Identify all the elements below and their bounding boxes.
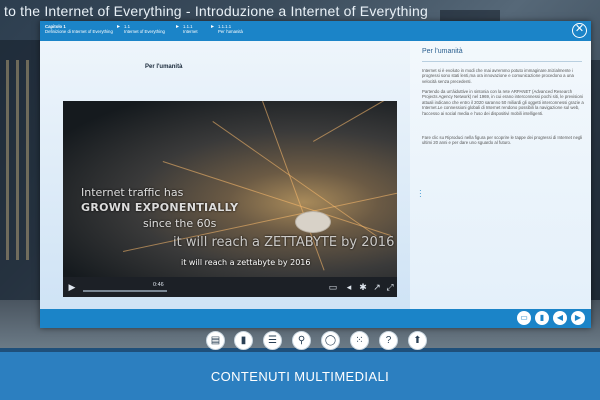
video-overlay-text: Internet traffic has [81, 186, 184, 199]
popout-icon: ↗ [373, 282, 381, 292]
breadcrumb-label: Internet of Everything [124, 29, 165, 34]
list-icon: ☰ [268, 335, 277, 346]
help-button[interactable]: ? [379, 331, 398, 350]
course-title: to the Internet of Everything - Introduz… [4, 3, 428, 19]
paragraph: Internet si è evoluto in modi che mai av… [422, 68, 574, 84]
gear-icon: ✱ [359, 282, 367, 292]
close-button[interactable]: ✕ [572, 23, 587, 38]
video-frame[interactable]: Internet traffic has GROWN EXPONENTIALLY… [63, 101, 397, 285]
help-icon: ? [385, 335, 392, 346]
breadcrumb-section[interactable]: ▸ 1.1 Internet of Everything [117, 24, 176, 34]
video-overlay-text: it will reach a ZETTABYTE by 2016 [173, 235, 395, 250]
bookmark-button[interactable]: ▮ [535, 311, 549, 325]
captions-icon: ▭ [328, 282, 338, 292]
breadcrumb: Capitolo 1 Definizione di Internet of Eve… [45, 24, 258, 34]
search-button[interactable]: ⚲ [292, 331, 311, 350]
popout-button[interactable]: ↗ [371, 281, 383, 293]
chevron-right-icon: ▸ [211, 24, 215, 30]
close-icon: ✕ [574, 23, 585, 35]
video-controls: ▶ 0:46 ▭ ◂ ✱ ↗ ⤢ [63, 277, 397, 297]
chevron-right-icon: ▸ [117, 24, 121, 30]
stadium-shape [295, 211, 331, 233]
upload-button[interactable]: ⬆ [408, 331, 427, 350]
text-pane: Per l'umanità Internet si è evoluto in m… [410, 41, 591, 309]
progress-track[interactable] [83, 290, 167, 292]
fullscreen-button[interactable]: ⤢ [384, 281, 396, 293]
breadcrumb-label: Internet [183, 29, 198, 34]
settings-button[interactable]: ✱ [357, 281, 369, 293]
bottom-toolbar: ▤ ▮ ☰ ⚲ ◯ ⁙ ? ⬆ [0, 331, 600, 351]
captions-button[interactable]: ▭ [327, 281, 339, 293]
previous-button[interactable]: ◀ [553, 311, 567, 325]
chevron-left-icon: ◀ [556, 313, 564, 322]
video-player[interactable]: Internet traffic has GROWN EXPONENTIALLY… [63, 101, 397, 297]
grid-icon: ⁙ [355, 335, 364, 346]
video-overlay-text: since the 60s [143, 217, 217, 230]
breadcrumb-label: Per l'umanità [218, 29, 243, 34]
divider [422, 61, 582, 62]
video-caption: it will reach a zettabyte by 2016 [181, 258, 311, 267]
bookmark-list-button[interactable]: ▮ [234, 331, 253, 350]
play-icon: ▶ [68, 282, 76, 292]
modal-header: Capitolo 1 Definizione di Internet of Eve… [40, 21, 591, 41]
breadcrumb-label: Definizione di Internet of Everything [45, 29, 113, 34]
breadcrumb-topic[interactable]: ▸ 1.1.1.1 Per l'umanità [211, 24, 258, 34]
book-button[interactable]: ▤ [206, 331, 225, 350]
video-time: 0:46 [153, 282, 164, 288]
volume-button[interactable]: ◂ [343, 281, 355, 293]
volume-icon: ◂ [346, 282, 352, 292]
chevron-right-icon: ▶ [574, 313, 582, 322]
paragraph: Partendo da un'àiduttive in sintonia con… [422, 89, 584, 116]
chat-icon: ◯ [324, 335, 337, 346]
fullscreen-icon: ⤢ [386, 282, 394, 292]
toc-button[interactable]: ☰ [263, 331, 282, 350]
upload-icon: ⬆ [413, 335, 422, 346]
content-area: Per l'umanità Internet traffic has GROWN… [40, 41, 591, 309]
grid-button[interactable]: ⁙ [350, 331, 369, 350]
chevron-right-icon: ▸ [176, 24, 180, 30]
breadcrumb-chapter[interactable]: Capitolo 1 Definizione di Internet of Eve… [45, 24, 117, 34]
content-modal: Capitolo 1 Definizione di Internet of Eve… [40, 21, 591, 328]
banner-text: CONTENUTI MULTIMEDIALI [210, 369, 390, 384]
modal-footer: ▭ ▮ ◀ ▶ [40, 309, 591, 328]
play-button[interactable]: ▶ [66, 281, 78, 293]
paragraph: Fare clic su Riproduci nella figura per … [422, 135, 583, 146]
comment-button[interactable]: ▭ [517, 311, 531, 325]
breadcrumb-subsection[interactable]: ▸ 1.1.1 Internet [176, 24, 211, 34]
bookmark-icon: ▮ [240, 335, 247, 346]
video-overlay-text: GROWN EXPONENTIALLY [81, 201, 239, 214]
more-options-icon[interactable]: · · · [419, 187, 422, 201]
next-button[interactable]: ▶ [571, 311, 585, 325]
banner: CONTENUTI MULTIMEDIALI [0, 352, 600, 400]
book-icon: ▤ [210, 335, 221, 346]
text-pane-title: Per l'umanità [422, 48, 463, 55]
media-pane: Per l'umanità Internet traffic has GROWN… [40, 41, 410, 309]
chat-button[interactable]: ◯ [321, 331, 340, 350]
search-icon: ⚲ [297, 335, 306, 346]
comment-icon: ▭ [520, 313, 528, 322]
section-label: Per l'umanità [145, 64, 183, 70]
bookmark-icon: ▮ [539, 313, 545, 322]
